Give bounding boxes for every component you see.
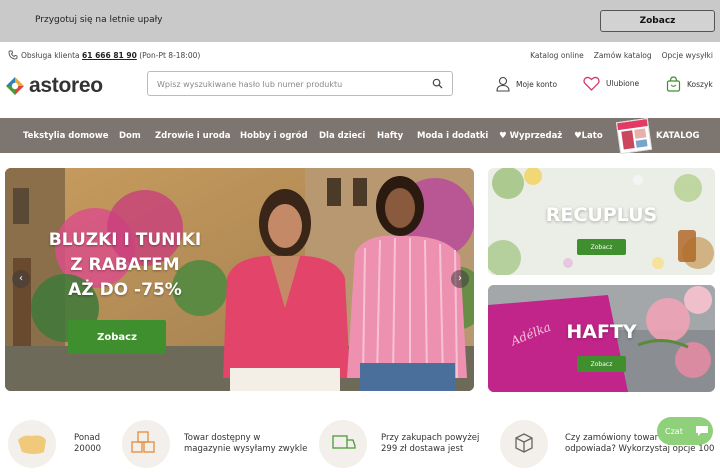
- nav-item-catalog[interactable]: KATALOG: [656, 118, 700, 153]
- cart-link[interactable]: Koszyk: [666, 76, 713, 92]
- utility-bar: Obsługa klienta 61 666 81 90 (Pon-Pt 8-1…: [0, 42, 720, 68]
- online-catalog-link[interactable]: Katalog online: [530, 51, 584, 60]
- carousel-prev-arrow-icon[interactable]: ‹: [12, 270, 30, 288]
- nav-item-embroidery[interactable]: Hafty: [377, 118, 403, 153]
- delivery-truck-icon: [319, 420, 367, 468]
- hero-line-1: BLUZKI I TUNIKI: [48, 230, 202, 250]
- chat-bubble-icon: [695, 426, 708, 436]
- map-icon: [8, 420, 56, 468]
- promo-see-button[interactable]: Zobacz: [600, 10, 715, 32]
- promo-bar: Przygotuj się na letnie upały Zobacz: [0, 0, 720, 42]
- search-icon[interactable]: [432, 78, 443, 89]
- embroidery-title: HAFTY: [566, 321, 637, 343]
- nav-item-health-beauty[interactable]: Zdrowie i uroda: [155, 118, 231, 153]
- main-nav: Tekstylia domowe Dom Zdrowie i uroda Hob…: [0, 117, 720, 155]
- favorites-label: Ulubione: [606, 79, 640, 88]
- user-icon: [496, 76, 510, 92]
- cart-icon: [666, 76, 681, 92]
- phone-label: Obsługa klienta: [21, 51, 80, 60]
- shipping-options-link[interactable]: Opcje wysyłki: [662, 51, 713, 60]
- feature-products-count: Ponad 20000: [8, 420, 101, 468]
- nav-item-summer[interactable]: ♥Lato: [574, 118, 603, 153]
- hero-line-2: Z RABATEM: [70, 255, 180, 275]
- embroidery-see-button[interactable]: Zobacz: [577, 356, 626, 372]
- favorites-link[interactable]: Ulubione: [583, 76, 639, 91]
- phone-hours: (Pon-Pt 8-18:00): [139, 51, 201, 60]
- feature-free-delivery-text: Przy zakupach powyżej 299 zł dostawa jes…: [381, 433, 480, 454]
- nav-item-home-textiles[interactable]: Tekstylia domowe: [23, 118, 109, 153]
- nav-item-hobby-garden[interactable]: Hobby i ogród: [240, 118, 308, 153]
- recuplus-banner[interactable]: RECUPLUS Zobacz: [488, 168, 715, 275]
- order-catalog-link[interactable]: Zamów katalog: [594, 51, 652, 60]
- boxes-icon: [122, 420, 170, 468]
- nav-item-home[interactable]: Dom: [119, 118, 141, 153]
- chat-label: Czat: [665, 426, 683, 436]
- customer-service-info: Obsługa klienta 61 666 81 90 (Pon-Pt 8-1…: [21, 51, 200, 60]
- feature-stock-shipping-text: Towar dostępny w magazynie wysyłamy zwyk…: [184, 433, 308, 454]
- phone-icon: [8, 50, 18, 60]
- feature-free-delivery: Przy zakupach powyżej 299 zł dostawa jes…: [319, 420, 479, 468]
- nav-item-sale[interactable]: ♥ Wyprzedaż: [499, 118, 562, 153]
- return-box-icon: [500, 420, 548, 468]
- nav-item-kids[interactable]: Dla dzieci: [319, 118, 365, 153]
- carousel-next-arrow-icon[interactable]: ›: [451, 270, 469, 288]
- my-account-link[interactable]: Moje konto: [496, 76, 557, 92]
- recuplus-see-button[interactable]: Zobacz: [577, 239, 626, 255]
- feature-products-count-text: Ponad 20000: [74, 433, 102, 454]
- catalog-cover-image: [617, 119, 648, 150]
- logo-text: astoreo: [29, 74, 103, 97]
- utility-links: Katalog online Zamów katalog Opcje wysył…: [530, 51, 713, 60]
- site-header: astoreo Moje konto Ulubione Koszyk: [0, 68, 720, 118]
- logo-icon: [6, 77, 24, 95]
- promo-text: Przygotuj się na letnie upały: [35, 15, 163, 25]
- logo[interactable]: astoreo: [5, 74, 103, 98]
- hero-headline: BLUZKI I TUNIKI Z RABATEM AŻ DO -75%: [35, 228, 215, 303]
- hero-banner[interactable]: BLUZKI I TUNIKI Z RABATEM AŻ DO -75% Zob…: [5, 168, 474, 391]
- embroidery-banner[interactable]: Adélka HAFTY Zobacz: [488, 285, 715, 392]
- feature-stock-shipping: Towar dostępny w magazynie wysyłamy zwyk…: [122, 420, 307, 468]
- nav-item-fashion[interactable]: Moda i dodatki: [417, 118, 488, 153]
- hero-see-button[interactable]: Zobacz: [68, 320, 166, 354]
- catalog-thumbnail[interactable]: [615, 117, 653, 155]
- my-account-label: Moje konto: [516, 79, 558, 89]
- search-input[interactable]: [148, 73, 418, 96]
- hero-line-3: AŻ DO -75%: [68, 280, 182, 300]
- chat-button[interactable]: Czat: [657, 417, 713, 445]
- search-box: [147, 71, 453, 96]
- phone-number-link[interactable]: 61 666 81 90: [82, 51, 137, 60]
- heart-icon: [583, 76, 600, 91]
- recuplus-title: RECUPLUS: [545, 204, 658, 226]
- cart-label: Koszyk: [687, 79, 713, 89]
